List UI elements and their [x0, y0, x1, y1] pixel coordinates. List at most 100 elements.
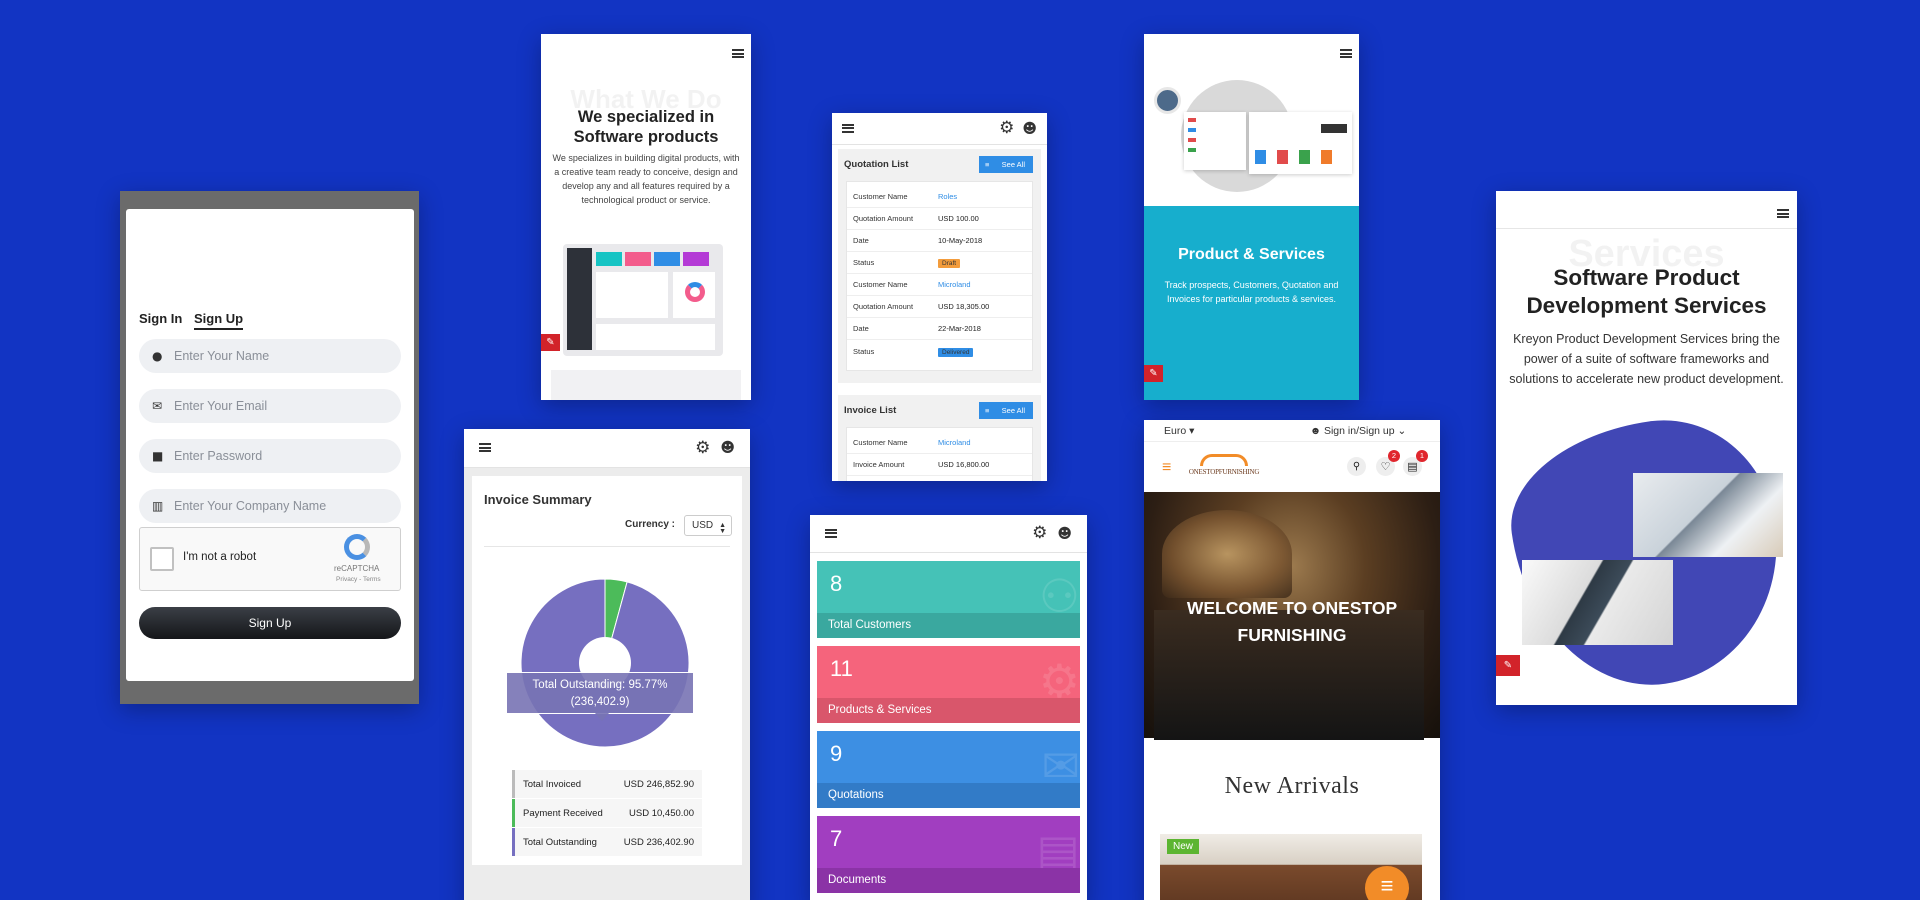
tile-documents[interactable]: ▤ 7 Documents: [817, 816, 1080, 893]
status-label: Status: [853, 258, 875, 267]
phone-photo: [1522, 560, 1673, 645]
quotation-see-all-button[interactable]: ≡ See All: [979, 156, 1033, 173]
currency-label: Currency :: [625, 519, 676, 530]
date-value: 22-Mar-2018: [938, 324, 981, 333]
customer-value[interactable]: Roles: [938, 192, 957, 201]
tile-label: Quotations: [817, 783, 1080, 808]
recaptcha-logo-icon: [344, 534, 370, 560]
menu-icon[interactable]: [1340, 45, 1352, 63]
dashboard-screen: ⚙ ☻ ⚇ 8 Total Customers ⚙ 11 Products & …: [810, 515, 1087, 900]
mail-list-mockup: [1184, 112, 1246, 170]
recaptcha-label: I'm not a robot: [183, 551, 257, 563]
app-header: ⚙ ☻: [464, 429, 750, 468]
product-services-screen: Product & Services Track prospects, Cust…: [1144, 34, 1359, 400]
nav-bar: ≡ ONESTOPFURNISHING ⚲ ♡ 2 ▤ 1: [1144, 442, 1440, 492]
tile-count: 8: [830, 571, 843, 596]
tab-sign-in[interactable]: Sign In: [139, 311, 182, 326]
password-input[interactable]: ■ Enter Password: [139, 439, 401, 473]
tile-label: Total Customers: [817, 613, 1080, 638]
app-header: ⚙ ☻: [810, 515, 1087, 553]
invoice-legend: Total Invoiced USD 246,852.90 Payment Rec…: [512, 770, 702, 856]
currency-dropdown[interactable]: Euro ▾: [1164, 425, 1194, 437]
menu-icon[interactable]: ≡: [1162, 460, 1171, 476]
tile-count: 7: [830, 826, 843, 851]
company-placeholder: Enter Your Company Name: [174, 499, 327, 513]
user-icon: ●: [152, 349, 163, 363]
tile-label: Documents: [817, 868, 1080, 893]
amount-label: Quotation Amount: [853, 302, 914, 311]
customer-value[interactable]: Microland: [938, 438, 971, 447]
legend-payment-received: Payment Received USD 10,450.00: [512, 799, 702, 827]
customer-label: Customer Name: [853, 280, 908, 289]
recaptcha-brand: reCAPTCHA: [334, 564, 380, 573]
tile-count: 9: [830, 741, 843, 766]
gear-icon[interactable]: ⚙: [695, 439, 710, 457]
wishlist-count-badge: 2: [1388, 450, 1400, 462]
user-icon[interactable]: ☻: [720, 441, 735, 455]
menu-icon[interactable]: [842, 120, 854, 138]
chart-tooltip: Total Outstanding: 95.77% (236,402.9): [506, 672, 694, 721]
invoice-record[interactable]: Customer Name Microland Invoice Amount USD…: [846, 427, 1033, 481]
email-placeholder: Enter Your Email: [174, 399, 268, 413]
recaptcha-terms[interactable]: Privacy - Terms: [336, 576, 381, 583]
outstanding-donut-chart: [520, 578, 690, 748]
sign-up-button[interactable]: Sign Up: [139, 607, 401, 639]
products-banner: Product & Services Track prospects, Cust…: [1144, 206, 1359, 400]
user-icon[interactable]: ☻: [1057, 527, 1072, 541]
customer-label: Customer Name: [853, 192, 908, 201]
menu-icon[interactable]: [1777, 205, 1789, 223]
what-we-do-screen: What We Do We specialized in Software pr…: [541, 34, 751, 400]
gear-icon[interactable]: ⚙: [999, 120, 1014, 137]
status-label: Status: [853, 346, 875, 356]
office-photo: [1633, 473, 1783, 557]
building-icon: ▥: [152, 499, 164, 513]
store-logo[interactable]: ONESTOPFURNISHING: [1186, 454, 1262, 478]
invoice-summary-screen: ⚙ ☻ Invoice Summary Currency : USD ▲ ▼ Tot…: [464, 429, 750, 900]
tab-sign-up[interactable]: Sign Up: [194, 311, 244, 330]
invoice-see-all-button[interactable]: ≡ See All: [979, 402, 1033, 419]
amount-label: Quotation Amount: [853, 214, 914, 223]
invoice-summary-title: Invoice Summary: [484, 492, 592, 507]
development-services-screen: Services Software Product Development Se…: [1496, 191, 1797, 705]
chat-icon[interactable]: ✎: [541, 334, 560, 351]
banner-title: Product & Services: [1178, 246, 1325, 263]
app-header: ⚙ ☻: [832, 113, 1047, 145]
recaptcha-checkbox[interactable]: [150, 547, 174, 571]
tile-quotations[interactable]: ✉ 9 Quotations: [817, 731, 1080, 808]
page-title: Software Product Development Services: [1526, 265, 1767, 318]
menu-icon[interactable]: [732, 45, 744, 63]
menu-icon[interactable]: [479, 439, 491, 457]
menu-icon[interactable]: [825, 525, 837, 543]
gear-icon[interactable]: ⚙: [1032, 525, 1047, 542]
page-description: Kreyon Product Development Services brin…: [1509, 332, 1784, 386]
customer-value[interactable]: Microland: [938, 280, 971, 289]
invoice-list-panel: Invoice List ≡ See All Customer Name Micro…: [838, 395, 1041, 481]
company-input[interactable]: ▥ Enter Your Company Name: [139, 489, 401, 523]
amount-value: USD 100.00: [938, 214, 979, 223]
quotation-panel: Quotation List ≡ See All Customer Name Rol…: [838, 149, 1041, 383]
section-title: New Arrivals: [1224, 773, 1360, 799]
chat-icon[interactable]: ✎: [1496, 655, 1520, 676]
quotation-record[interactable]: Customer Name Roles Quotation Amount USD 1…: [846, 181, 1033, 371]
email-input[interactable]: ✉ Enter Your Email: [139, 389, 401, 423]
invoice-list-title: Invoice List: [844, 405, 897, 416]
chat-icon[interactable]: ✎: [1144, 365, 1163, 382]
status-badge: Delivered: [938, 347, 974, 357]
page-title: We specialized in Software products: [573, 108, 719, 146]
invoice-summary-panel: Invoice Summary Currency : USD ▲ ▼ Total O…: [472, 476, 742, 865]
tile-count: 11: [830, 656, 853, 681]
password-placeholder: Enter Password: [174, 449, 263, 463]
signin-link[interactable]: ☻ Sign in/Sign up ⌄: [1310, 425, 1406, 437]
tile-products-services[interactable]: ⚙ 11 Products & Services: [817, 646, 1080, 723]
user-icon[interactable]: ☻: [1022, 122, 1037, 136]
new-badge: New: [1167, 839, 1200, 854]
currency-select[interactable]: USD ▲ ▼: [684, 515, 732, 536]
quotation-title: Quotation List: [844, 159, 909, 170]
legend-total-invoiced: Total Invoiced USD 246,852.90: [512, 770, 702, 798]
lock-icon: ■: [152, 449, 164, 463]
search-icon[interactable]: ⚲: [1347, 457, 1366, 476]
tile-total-customers[interactable]: ⚇ 8 Total Customers: [817, 561, 1080, 638]
quotation-list-screen: ⚙ ☻ Quotation List ≡ See All Customer Nam…: [832, 113, 1047, 481]
name-input[interactable]: ● Enter Your Name: [139, 339, 401, 373]
cart-count-badge: 1: [1416, 450, 1428, 462]
